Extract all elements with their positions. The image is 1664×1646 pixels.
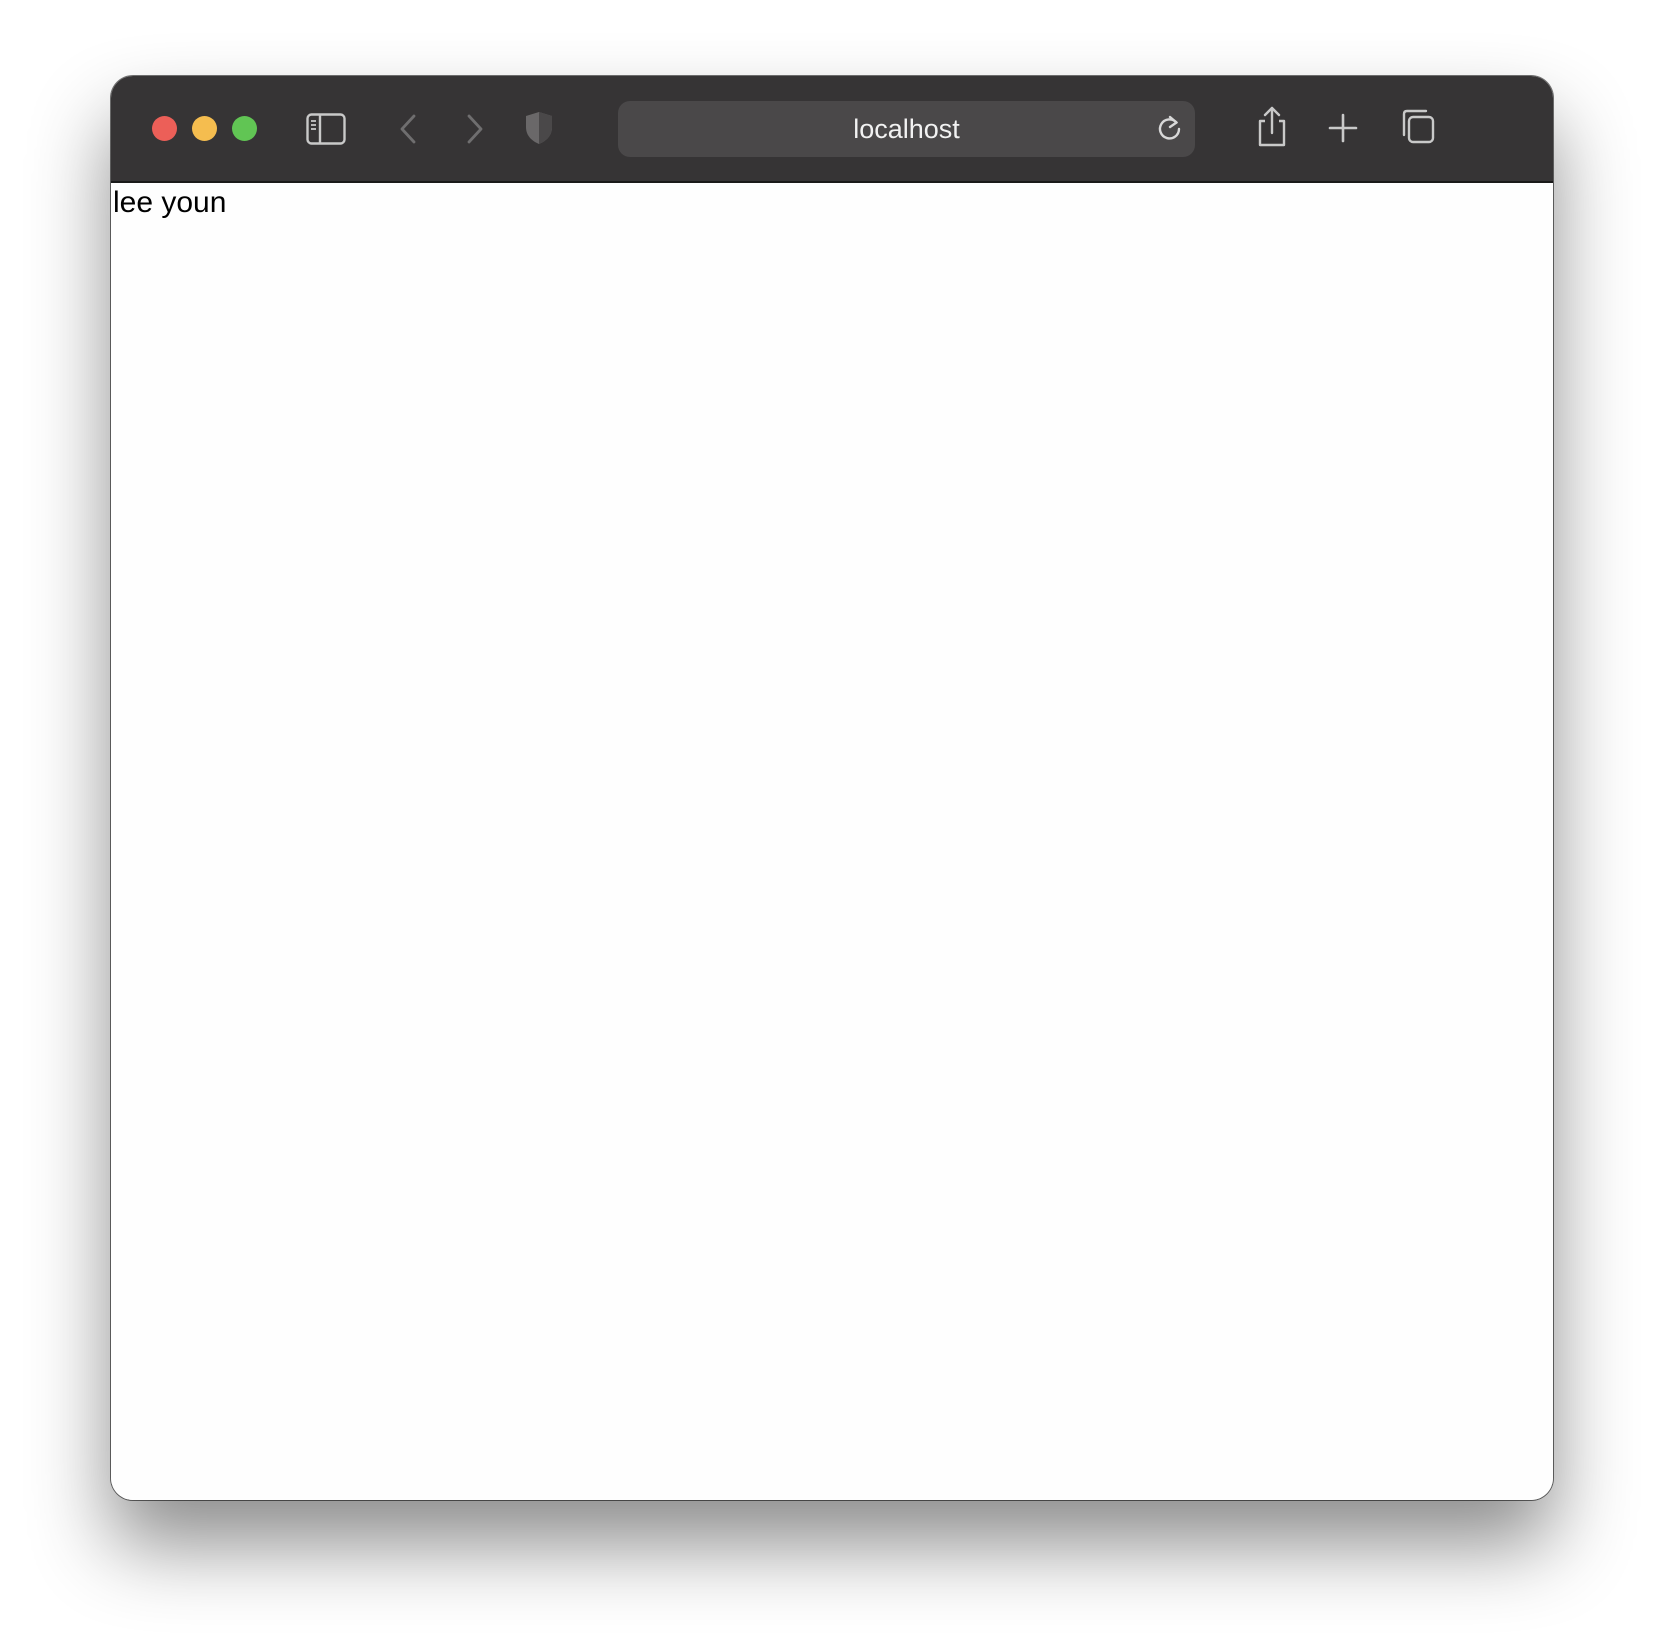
browser-window: localhost lee youn (111, 76, 1553, 1500)
address-bar[interactable]: localhost (618, 101, 1195, 157)
minimize-window-button[interactable] (192, 116, 217, 141)
forward-icon[interactable] (460, 108, 490, 150)
maximize-window-button[interactable] (232, 116, 257, 141)
close-window-button[interactable] (152, 116, 177, 141)
new-tab-icon[interactable] (1323, 108, 1363, 148)
page-content: lee youn (111, 183, 1553, 1500)
reload-icon[interactable] (1155, 114, 1185, 144)
address-url[interactable]: localhost (618, 101, 1195, 157)
browser-toolbar: localhost (111, 76, 1553, 183)
page-text: lee youn (113, 186, 227, 219)
shield-icon[interactable] (521, 106, 557, 150)
tabs-overview-icon[interactable] (1396, 106, 1438, 148)
sidebar-icon[interactable] (305, 108, 347, 150)
back-icon[interactable] (393, 108, 423, 150)
share-icon[interactable] (1252, 102, 1292, 152)
